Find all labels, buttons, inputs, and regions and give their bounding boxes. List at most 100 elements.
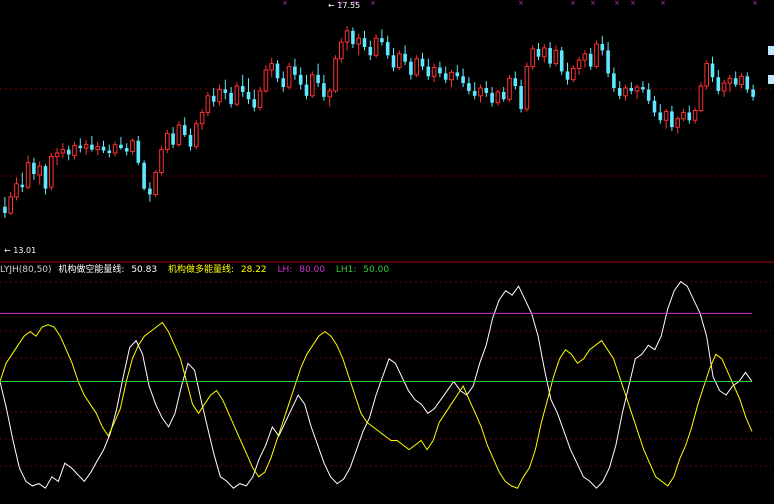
- candle-body-down: [472, 90, 477, 96]
- candle-body-up: [571, 67, 576, 81]
- candle-body-up: [397, 53, 402, 69]
- candle-body-down: [490, 92, 494, 103]
- candle-body-down: [391, 55, 396, 68]
- candle-body-down: [612, 73, 616, 89]
- candle-body-down: [519, 86, 523, 110]
- candle-body-up: [576, 59, 582, 69]
- candle-body-up: [623, 87, 628, 97]
- candle-body-down: [188, 134, 193, 147]
- candle-body-down: [43, 166, 48, 189]
- candle-body-up: [634, 86, 640, 92]
- candle-body-up: [594, 43, 599, 68]
- candle-body-down: [716, 77, 721, 91]
- candle-body-up: [176, 124, 182, 146]
- candle-body-up: [205, 95, 211, 113]
- candle-body-up: [234, 85, 240, 105]
- candle-body-down: [513, 78, 518, 87]
- candle-body-up: [165, 132, 170, 151]
- candle-body-up: [194, 123, 199, 148]
- candle-body-down: [316, 74, 320, 84]
- candle-body-down: [142, 162, 146, 189]
- candle-body-down: [403, 53, 407, 62]
- candle-body-down: [298, 74, 303, 85]
- candle-body-down: [304, 84, 309, 96]
- candle-body-down: [733, 78, 738, 85]
- candle-body-down: [565, 71, 570, 80]
- candle-body-down: [362, 38, 367, 47]
- signal-mark: ×: [660, 0, 666, 7]
- candle-body-down: [588, 53, 593, 67]
- stock-chart: × × × × × × × × × × × ← 17.55 ← 13.01 LYJH(80,50) …: [0, 0, 774, 500]
- candle-body-up: [524, 66, 530, 110]
- legend-short-value: 50.83: [131, 265, 158, 275]
- candle-body-up: [542, 47, 547, 58]
- candle-body-up: [333, 58, 338, 92]
- candle-body-up: [153, 172, 158, 195]
- candle-body-down: [559, 50, 564, 72]
- candle-body-up: [507, 77, 512, 100]
- candle-body-down: [443, 73, 448, 80]
- candle-body-up: [721, 82, 727, 92]
- candle-body-down: [641, 87, 645, 90]
- signal-mark: ×: [282, 0, 288, 7]
- candle-body-down: [20, 184, 25, 188]
- candle-body-up: [159, 149, 164, 174]
- candle-body-down: [246, 91, 251, 100]
- candle-body-up: [530, 48, 535, 68]
- candle-body-up: [217, 88, 222, 103]
- candle-body-down: [281, 78, 286, 88]
- candle-body-down: [182, 125, 187, 135]
- low-price-value: 13.01: [13, 246, 37, 255]
- candle-body-up: [339, 41, 344, 60]
- candle-body-down: [751, 89, 755, 97]
- legend-short-label: 机构做空能量线:: [58, 265, 125, 275]
- candle-body-down: [501, 91, 506, 100]
- candle-body-up: [553, 49, 559, 65]
- candle-body-down: [211, 95, 216, 102]
- candle-body-down: [368, 46, 373, 56]
- candle-body-up: [582, 53, 588, 61]
- candle-body-down: [629, 88, 634, 91]
- candle-body-down: [548, 47, 552, 64]
- candle-body-up: [263, 69, 269, 92]
- candle-body-down: [240, 86, 245, 92]
- signal-mark: ×: [570, 0, 576, 7]
- candle-body-down: [600, 44, 605, 51]
- right-edge-marker: [768, 75, 774, 84]
- candle-body-down: [66, 149, 71, 155]
- candle-body-up: [54, 152, 60, 157]
- candle-body-down: [380, 38, 384, 43]
- legend-long-value: 28.22: [240, 265, 267, 275]
- candle-body-up: [698, 85, 704, 111]
- candle-body-up: [344, 30, 350, 43]
- candle-body-up: [681, 111, 686, 120]
- candle-body-up: [14, 183, 19, 198]
- candle-body-down: [32, 162, 36, 174]
- candle-body-up: [356, 37, 361, 45]
- candle-body-up: [663, 110, 669, 121]
- candle-body-up: [431, 67, 437, 77]
- indicator-name: LYJH(80,50): [0, 265, 52, 275]
- legend-short-energy: 机构做空能量线: 50.83: [58, 265, 161, 275]
- legend-lh1-label: LH1:: [335, 265, 357, 275]
- candle-body-up: [692, 109, 698, 121]
- candle-body-down: [351, 30, 355, 45]
- signal-mark: ×: [614, 0, 620, 7]
- candle-body-up: [414, 58, 419, 76]
- candle-body-down: [409, 61, 413, 75]
- candle-body-up: [37, 165, 42, 176]
- candle-body-up: [495, 91, 501, 104]
- candle-body-up: [727, 77, 733, 84]
- candle-body-up: [675, 118, 680, 128]
- candle-body-down: [658, 112, 663, 121]
- candle-body-down: [322, 83, 326, 97]
- candle-body-down: [652, 100, 657, 113]
- candle-body-down: [385, 42, 390, 56]
- candle-body-up: [199, 111, 205, 125]
- legend-lh-value: 80.00: [299, 265, 325, 275]
- candle-body-down: [426, 66, 431, 77]
- candle-body-up: [83, 144, 89, 149]
- candle-body-down: [455, 72, 460, 77]
- candle-body-down: [606, 50, 610, 74]
- candle-body-down: [670, 111, 674, 128]
